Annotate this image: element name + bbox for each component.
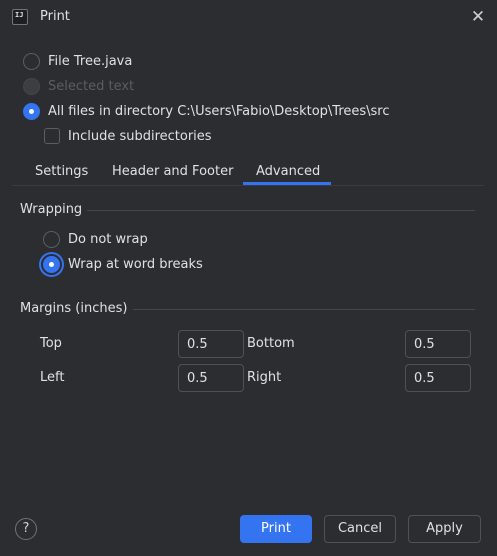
wrapping-separator	[87, 210, 475, 211]
margin-top-field[interactable]	[178, 330, 244, 358]
tab-header-and-footer[interactable]: Header and Footer	[112, 164, 233, 179]
tab-advanced[interactable]: Advanced	[256, 164, 320, 179]
window-title: Print	[40, 9, 70, 24]
radio-all-files[interactable]	[23, 103, 40, 120]
tab-selected-indicator	[243, 182, 331, 185]
margin-right-label: Right	[247, 370, 282, 385]
tab-settings[interactable]: Settings	[35, 164, 88, 179]
wrapping-section-title: Wrapping	[20, 202, 83, 217]
radio-selected-text[interactable]	[23, 78, 40, 95]
radio-file-tree[interactable]	[23, 53, 40, 70]
tabs-divider	[12, 185, 484, 186]
include-subdirectories-label: Include subdirectories	[68, 129, 212, 144]
radio-wrap-at-word-breaks-label: Wrap at word breaks	[68, 257, 203, 272]
margin-top-label: Top	[40, 336, 62, 351]
radio-do-not-wrap[interactable]	[43, 231, 60, 248]
margin-bottom-label: Bottom	[247, 336, 295, 351]
radio-file-tree-label: File Tree.java	[48, 54, 133, 69]
margins-separator	[133, 309, 475, 310]
include-subdirectories-checkbox[interactable]	[44, 128, 60, 144]
radio-do-not-wrap-label: Do not wrap	[68, 232, 148, 247]
radio-selected-text-label: Selected text	[48, 79, 135, 94]
cancel-button[interactable]: Cancel	[324, 515, 396, 543]
apply-button[interactable]: Apply	[408, 515, 481, 543]
print-button[interactable]: Print	[240, 515, 312, 543]
help-icon[interactable]: ?	[15, 518, 37, 540]
margin-left-field[interactable]	[178, 364, 244, 392]
margin-right-field[interactable]	[405, 364, 471, 392]
margin-bottom-field[interactable]	[405, 330, 471, 358]
margin-left-label: Left	[40, 370, 65, 385]
intellij-app-icon: IJ	[12, 9, 28, 25]
radio-all-files-label: All files in directory C:\Users\Fabio\De…	[48, 104, 390, 119]
close-icon[interactable]: ✕	[470, 9, 486, 26]
margins-section-title: Margins (inches)	[20, 301, 128, 316]
radio-wrap-at-word-breaks[interactable]	[43, 256, 60, 273]
